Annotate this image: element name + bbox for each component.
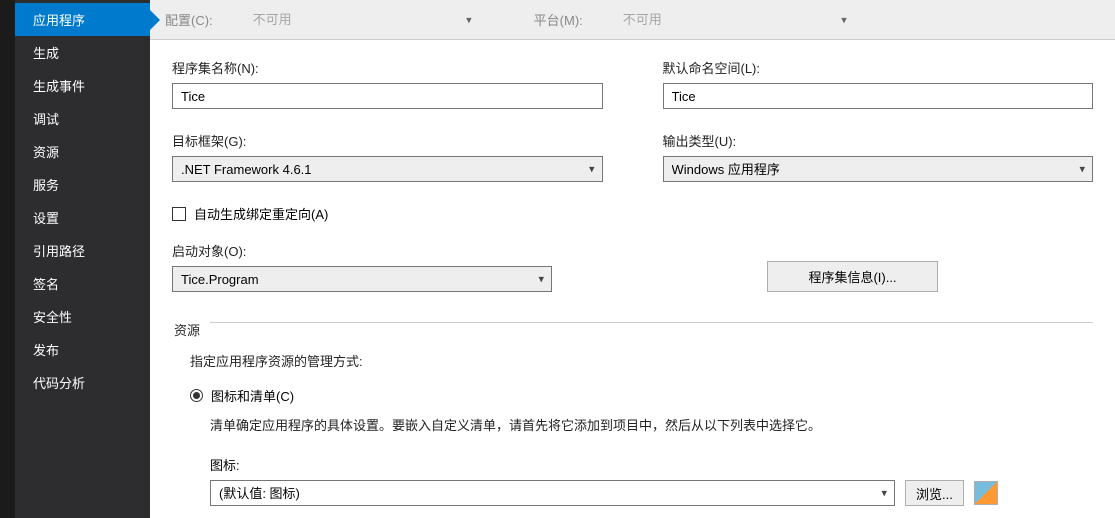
output-type-select[interactable]: Windows 应用程序 <box>663 156 1094 182</box>
sidebar-item-debug[interactable]: 调试 <box>15 102 150 135</box>
icon-label: 图标: <box>210 455 1093 474</box>
config-label: 配置(C): <box>165 10 213 29</box>
sidebar-item-resources[interactable]: 资源 <box>15 135 150 168</box>
config-bar: 配置(C): 不可用 平台(M): 不可用 <box>150 0 1115 40</box>
sidebar-item-reference-paths[interactable]: 引用路径 <box>15 234 150 267</box>
content-panel: 配置(C): 不可用 平台(M): 不可用 程序集名称(N): 默认命名空间(L… <box>150 0 1115 518</box>
sidebar-item-build[interactable]: 生成 <box>15 36 150 69</box>
sidebar-item-signing[interactable]: 签名 <box>15 267 150 300</box>
sidebar-item-security[interactable]: 安全性 <box>15 300 150 333</box>
target-framework-select[interactable]: .NET Framework 4.6.1 <box>172 156 603 182</box>
resources-description: 指定应用程序资源的管理方式: <box>190 351 1093 370</box>
browse-button[interactable]: 浏览... <box>905 480 964 506</box>
sidebar-item-settings[interactable]: 设置 <box>15 201 150 234</box>
icon-manifest-radio[interactable] <box>190 389 203 402</box>
assembly-name-label: 程序集名称(N): <box>172 58 603 77</box>
icon-select[interactable]: (默认值: 图标) <box>210 480 895 506</box>
sidebar-item-application[interactable]: 应用程序 <box>15 3 150 36</box>
config-select[interactable]: 不可用 <box>245 8 480 31</box>
sidebar-item-code-analysis[interactable]: 代码分析 <box>15 366 150 399</box>
icon-manifest-description: 清单确定应用程序的具体设置。要嵌入自定义清单，请首先将它添加到项目中，然后从以下… <box>190 415 910 437</box>
auto-redirect-label: 自动生成绑定重定向(A) <box>194 204 328 223</box>
startup-object-select[interactable]: Tice.Program <box>172 266 552 292</box>
sidebar-gutter <box>0 0 15 518</box>
assembly-name-input[interactable] <box>172 83 603 109</box>
icon-preview-icon <box>974 481 998 505</box>
icon-manifest-label: 图标和清单(C) <box>211 386 294 405</box>
output-type-label: 输出类型(U): <box>663 131 1094 150</box>
default-namespace-input[interactable] <box>663 83 1094 109</box>
sidebar-item-services[interactable]: 服务 <box>15 168 150 201</box>
default-namespace-label: 默认命名空间(L): <box>663 58 1094 77</box>
sidebar: 应用程序 生成 生成事件 调试 资源 服务 设置 引用路径 签名 安全性 发布 … <box>15 0 150 518</box>
resources-group-title: 资源 <box>172 318 210 351</box>
assembly-info-button[interactable]: 程序集信息(I)... <box>767 261 937 292</box>
sidebar-item-build-events[interactable]: 生成事件 <box>15 69 150 102</box>
auto-redirect-checkbox[interactable] <box>172 207 186 221</box>
sidebar-item-publish[interactable]: 发布 <box>15 333 150 366</box>
target-framework-label: 目标框架(G): <box>172 131 603 150</box>
resources-group: 资源 指定应用程序资源的管理方式: 图标和清单(C) 清单确定应用程序的具体设置… <box>172 322 1093 506</box>
startup-object-label: 启动对象(O): <box>172 241 552 260</box>
platform-label: 平台(M): <box>534 10 583 29</box>
platform-select[interactable]: 不可用 <box>615 8 855 31</box>
application-form: 程序集名称(N): 默认命名空间(L): 目标框架(G): .NET Frame… <box>150 40 1115 518</box>
